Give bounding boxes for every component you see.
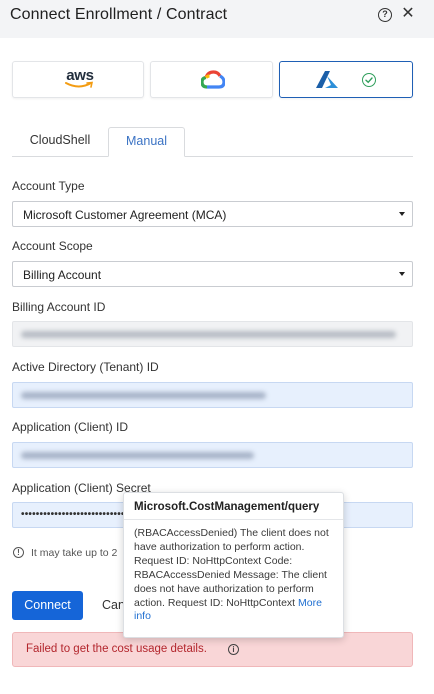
tab-cloudshell[interactable]: CloudShell — [12, 127, 108, 157]
provider-aws-button[interactable]: aws — [12, 61, 144, 98]
tab-divider — [12, 156, 413, 157]
account-type-label: Account Type — [12, 179, 85, 193]
client-id-label: Application (Client) ID — [12, 420, 129, 434]
dialog-header: Connect Enrollment / Contract ? ✕ — [0, 0, 434, 38]
check-circle-icon — [362, 73, 376, 87]
client-id-field[interactable] — [12, 442, 413, 468]
provider-azure-button[interactable] — [279, 61, 413, 98]
account-scope-value: Billing Account — [23, 268, 102, 282]
tenant-id-label: Active Directory (Tenant) ID — [12, 360, 159, 374]
redacted-value — [21, 452, 254, 459]
billing-account-id-field[interactable] — [12, 321, 413, 347]
sync-note: It may take up to 2 — [31, 547, 118, 559]
close-icon[interactable]: ✕ — [400, 5, 416, 23]
caret-down-icon — [399, 212, 405, 216]
caret-down-icon — [399, 272, 405, 276]
connect-button[interactable]: Connect — [12, 591, 83, 620]
account-type-select[interactable]: Microsoft Customer Agreement (MCA) — [12, 201, 413, 227]
tab-manual[interactable]: Manual — [108, 127, 185, 157]
billing-account-id-label: Billing Account ID — [12, 300, 106, 314]
info-icon[interactable]: i — [228, 644, 239, 655]
redacted-value — [21, 392, 266, 399]
tooltip-title: Microsoft.CostManagement/query — [134, 501, 320, 513]
account-scope-select[interactable]: Billing Account — [12, 261, 413, 287]
dialog-title: Connect Enrollment / Contract — [10, 6, 228, 23]
error-details-tooltip: Microsoft.CostManagement/query (RBACAcce… — [123, 492, 344, 638]
aws-logo: aws — [63, 67, 97, 93]
help-icon[interactable]: ? — [378, 8, 392, 22]
error-message: Failed to get the cost usage details. — [26, 643, 207, 655]
account-scope-label: Account Scope — [12, 239, 93, 253]
tooltip-body: (RBACAccessDenied) The client does not h… — [134, 527, 340, 624]
account-type-value: Microsoft Customer Agreement (MCA) — [23, 208, 227, 222]
info-icon: ! — [13, 547, 24, 558]
azure-icon — [316, 71, 338, 88]
google-cloud-icon — [201, 70, 225, 89]
redacted-value — [21, 331, 396, 338]
provider-gcp-button[interactable] — [150, 61, 273, 98]
tooltip-divider — [124, 519, 343, 520]
tenant-id-field[interactable] — [12, 382, 413, 408]
